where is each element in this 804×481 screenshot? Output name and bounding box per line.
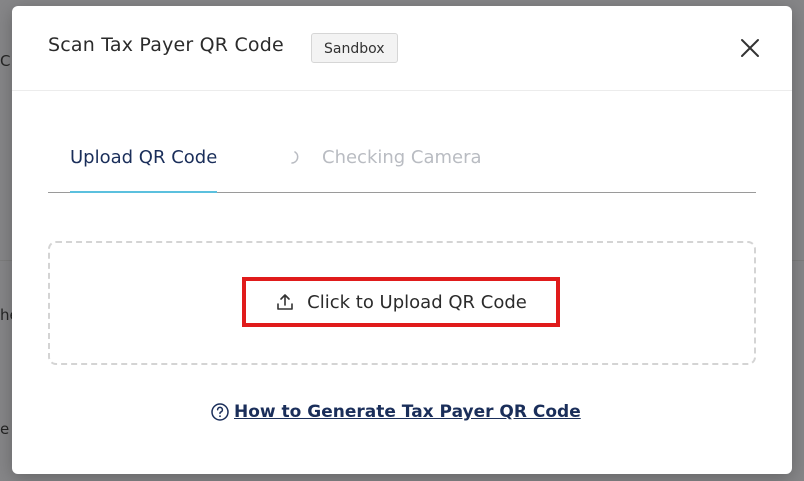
help-link-label: How to Generate Tax Payer QR Code <box>234 402 581 422</box>
tab-label: Checking Camera <box>322 147 482 168</box>
spinner-icon <box>286 136 304 180</box>
upload-button-label: Click to Upload QR Code <box>307 291 527 313</box>
active-tab-indicator <box>70 191 218 193</box>
close-icon <box>741 39 759 57</box>
tab-checking-camera[interactable]: Checking Camera <box>286 136 482 192</box>
tab-upload-qr-code[interactable]: Upload QR Code <box>70 136 218 193</box>
close-button[interactable] <box>736 34 764 62</box>
upload-qr-code-button[interactable]: Click to Upload QR Code <box>242 277 560 327</box>
tab-bar: Upload QR Code Checking Camera <box>48 136 756 193</box>
help-link[interactable]: How to Generate Tax Payer QR Code <box>210 402 581 422</box>
modal-title: Scan Tax Payer QR Code <box>48 34 284 56</box>
environment-badge: Sandbox <box>311 33 398 63</box>
question-circle-icon <box>211 403 229 421</box>
upload-dropzone[interactable]: Click to Upload QR Code <box>48 241 756 365</box>
modal-header: Scan Tax Payer QR Code Sandbox <box>12 6 792 91</box>
tab-label: Upload QR Code <box>70 147 218 168</box>
upload-icon <box>277 294 293 310</box>
scan-qr-modal: Scan Tax Payer QR Code Sandbox Upload QR… <box>12 6 792 474</box>
